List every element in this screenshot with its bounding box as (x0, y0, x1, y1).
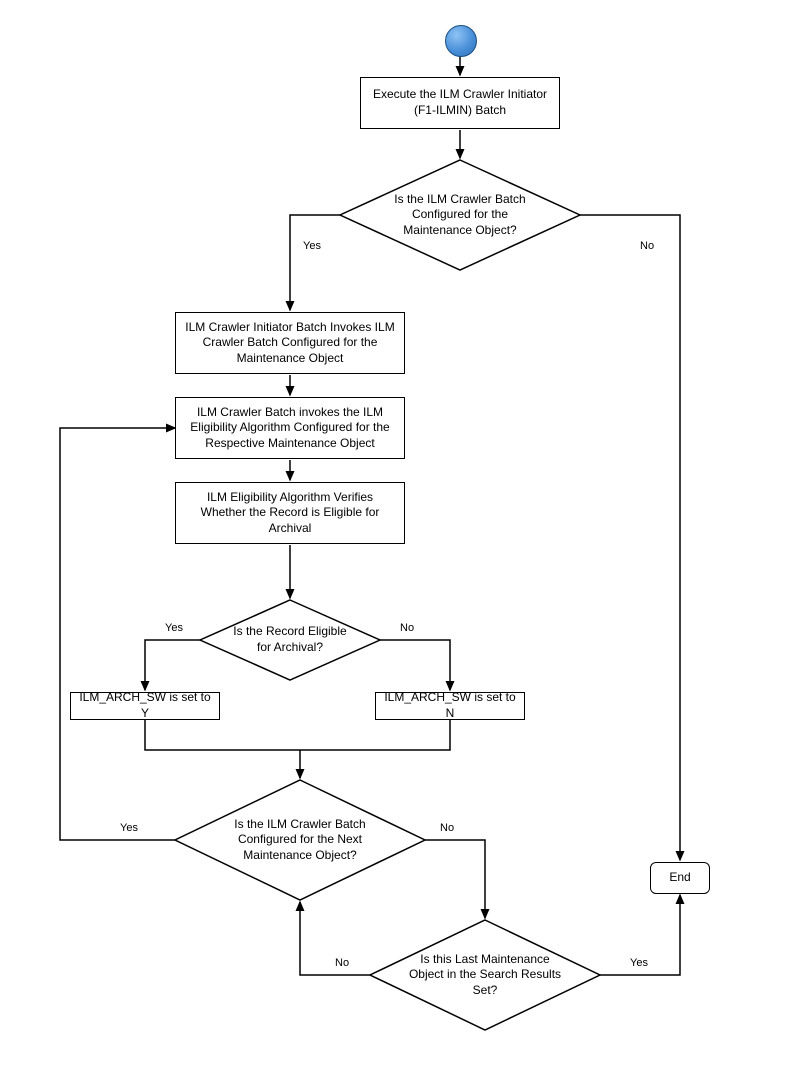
edge-eligible-no: No (400, 622, 414, 634)
box-label: ILM Eligibility Algorithm Verifies Wheth… (184, 490, 396, 537)
edge-next-yes: Yes (120, 822, 138, 834)
edge-next-no: No (440, 822, 454, 834)
box-label: ILM Crawler Initiator Batch Invokes ILM … (184, 320, 396, 367)
diamond-configured: Is the ILM Crawler Batch Configured for … (380, 185, 540, 245)
diamond-text: Is the ILM Crawler Batch Configured for … (210, 817, 390, 864)
start-node (445, 25, 477, 57)
diamond-text: Is this Last Maintenance Object in the S… (405, 952, 565, 999)
box-invokes-crawler: ILM Crawler Initiator Batch Invokes ILM … (175, 312, 405, 374)
box-label: End (669, 870, 690, 886)
diamond-text: Is the ILM Crawler Batch Configured for … (380, 192, 540, 239)
edge-configured-no: No (640, 240, 654, 252)
diamond-eligible: Is the Record Eligible for Archival? (230, 615, 350, 665)
edge-last-yes: Yes (630, 957, 648, 969)
diamond-text: Is the Record Eligible for Archival? (230, 624, 350, 655)
edge-last-no: No (335, 957, 349, 969)
box-set-n: ILM_ARCH_SW is set to N (375, 692, 525, 720)
box-execute-initiator: Execute the ILM Crawler Initiator (F1-IL… (360, 77, 560, 129)
box-label: ILM_ARCH_SW is set to N (384, 690, 516, 721)
box-label: Execute the ILM Crawler Initiator (F1-IL… (369, 87, 551, 118)
box-invokes-eligibility: ILM Crawler Batch invokes the ILM Eligib… (175, 397, 405, 459)
edge-configured-yes: Yes (303, 240, 321, 252)
edge-eligible-yes: Yes (165, 622, 183, 634)
box-set-y: ILM_ARCH_SW is set to Y (70, 692, 220, 720)
box-label: ILM_ARCH_SW is set to Y (79, 690, 211, 721)
box-label: ILM Crawler Batch invokes the ILM Eligib… (184, 405, 396, 452)
diamond-next: Is the ILM Crawler Batch Configured for … (210, 808, 390, 872)
box-verifies-eligibility: ILM Eligibility Algorithm Verifies Wheth… (175, 482, 405, 544)
box-end: End (650, 862, 710, 894)
diamond-last: Is this Last Maintenance Object in the S… (405, 945, 565, 1005)
